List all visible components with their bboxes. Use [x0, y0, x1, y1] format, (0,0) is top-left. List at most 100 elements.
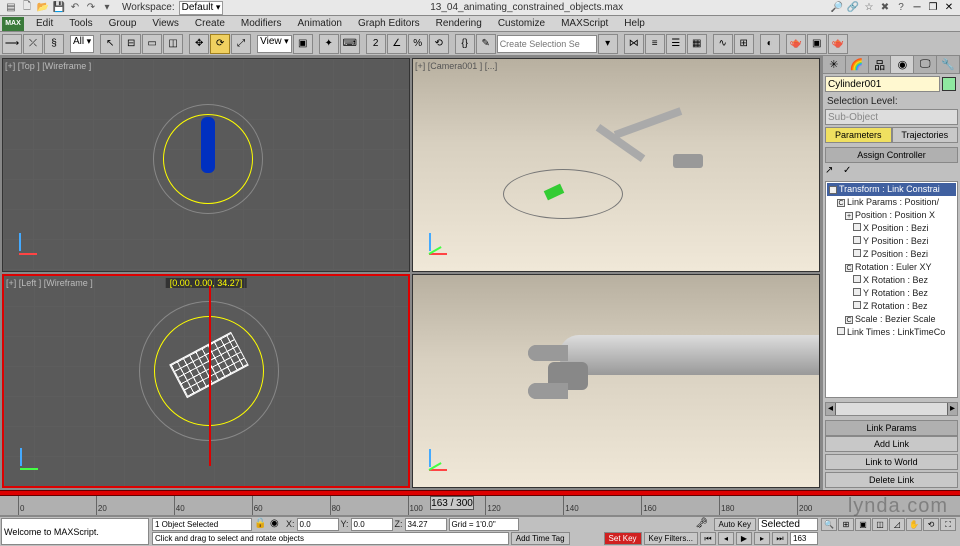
key-lock-icon[interactable]: 🗝: [696, 518, 712, 531]
object-color-swatch[interactable]: [942, 77, 956, 91]
snap-percent-icon[interactable]: %: [408, 34, 428, 54]
add-link-button[interactable]: Add Link: [825, 436, 958, 452]
new-file-icon[interactable]: 🗋: [20, 1, 34, 15]
select-move-icon[interactable]: ✥: [189, 34, 209, 54]
unlink-icon[interactable]: ⤫: [23, 34, 43, 54]
tree-item[interactable]: X Rotation : Bez: [827, 274, 956, 287]
undo-icon[interactable]: ↶: [68, 1, 82, 15]
select-scale-icon[interactable]: ⤢: [231, 34, 251, 54]
tab-hierarchy-icon[interactable]: 品: [869, 56, 892, 73]
assign-controller-header[interactable]: Assign Controller: [825, 147, 958, 163]
menu-tools[interactable]: Tools: [61, 18, 100, 29]
tab-create-icon[interactable]: ✳: [823, 56, 846, 73]
select-rotate-icon[interactable]: ⟳: [210, 34, 230, 54]
tree-item[interactable]: +Position : Position X: [827, 209, 956, 222]
render-setup-icon[interactable]: 🫖: [786, 34, 806, 54]
select-by-name-icon[interactable]: ⊟: [121, 34, 141, 54]
tree-item[interactable]: Y Rotation : Bez: [827, 287, 956, 300]
key-mode-combo[interactable]: Selected: [758, 518, 818, 531]
rendered-frame-icon[interactable]: ▣: [807, 34, 827, 54]
lock-selection-icon[interactable]: 🔒: [254, 518, 268, 531]
tab-motion-icon[interactable]: ◉: [891, 56, 914, 73]
render-production-icon[interactable]: 🫖: [828, 34, 848, 54]
menu-maxscript[interactable]: MAXScript: [553, 18, 616, 29]
spinner-snap-icon[interactable]: ⟲: [429, 34, 449, 54]
link-icon[interactable]: 🔗: [846, 1, 860, 15]
zoom-icon[interactable]: 🔍: [821, 518, 837, 531]
orbit-icon[interactable]: ⟲: [923, 518, 939, 531]
edit-named-sel-icon[interactable]: {}: [455, 34, 475, 54]
material-editor-icon[interactable]: ◐: [760, 34, 780, 54]
isolate-icon[interactable]: ◉: [270, 518, 284, 531]
link-params-header[interactable]: Link Params: [825, 420, 958, 436]
window-crossing-icon[interactable]: ◫: [163, 34, 183, 54]
make-default-icon[interactable]: ✓: [843, 165, 859, 181]
menu-create[interactable]: Create: [187, 18, 233, 29]
select-link-icon[interactable]: ⟶: [2, 34, 22, 54]
trajectories-button[interactable]: Trajectories: [892, 127, 959, 143]
redo-icon[interactable]: ↷: [84, 1, 98, 15]
layers-icon[interactable]: ☰: [666, 34, 686, 54]
maximize-viewport-icon[interactable]: ⛶: [940, 518, 956, 531]
next-frame-icon[interactable]: ▸: [754, 532, 770, 545]
set-key-button[interactable]: Set Key: [604, 532, 642, 545]
viewport-left[interactable]: [+] [Left ] [Wireframe ] [0.00, 0.00, 34…: [2, 274, 410, 488]
auto-key-button[interactable]: Auto Key: [714, 518, 756, 531]
prev-frame-icon[interactable]: ◂: [718, 532, 734, 545]
align-icon[interactable]: ≡: [645, 34, 665, 54]
restore-button[interactable]: ❐: [926, 1, 940, 15]
named-sel-icon[interactable]: ✎: [476, 34, 496, 54]
close-button[interactable]: ✕: [942, 1, 956, 15]
tree-item[interactable]: Link Times : LinkTimeCo: [827, 326, 956, 339]
tree-item[interactable]: X Position : Bezi: [827, 222, 956, 235]
y-coord-field[interactable]: 0.0: [351, 518, 393, 531]
tree-item[interactable]: Z Rotation : Bez: [827, 300, 956, 313]
ref-coord-combo[interactable]: View ▾: [257, 35, 292, 53]
menu-rendering[interactable]: Rendering: [428, 18, 490, 29]
goto-start-icon[interactable]: ⏮: [700, 532, 716, 545]
menu-customize[interactable]: Customize: [490, 18, 553, 29]
zoom-extents-all-icon[interactable]: ◫: [872, 518, 888, 531]
help-icon[interactable]: ?: [894, 1, 908, 15]
zoom-all-icon[interactable]: ⊞: [838, 518, 854, 531]
save-file-icon[interactable]: 💾: [52, 1, 66, 15]
select-object-icon[interactable]: ↖: [100, 34, 120, 54]
viewport-perspective[interactable]: [412, 274, 820, 488]
menu-views[interactable]: Views: [144, 18, 187, 29]
sub-object-combo[interactable]: Sub-Object: [825, 109, 958, 125]
menu-edit[interactable]: Edit: [28, 18, 61, 29]
viewport-left-label[interactable]: [+] [Left ] [Wireframe ]: [6, 278, 93, 288]
tree-item[interactable]: CRotation : Euler XY: [827, 261, 956, 274]
app-menu-icon[interactable]: ▤: [4, 1, 18, 15]
create-selection-set-input[interactable]: [497, 35, 597, 53]
app-logo[interactable]: MAX: [2, 17, 24, 31]
search-dropdown-icon[interactable]: ▾: [598, 34, 618, 54]
curve-editor-icon[interactable]: ∿: [713, 34, 733, 54]
tab-modify-icon[interactable]: 🌈: [846, 56, 869, 73]
parameters-button[interactable]: Parameters: [825, 127, 892, 143]
time-ruler[interactable]: 163 / 300 020406080100120140160180200: [0, 496, 960, 516]
play-icon[interactable]: ▶: [736, 532, 752, 545]
object-name-field[interactable]: Cylinder001: [825, 76, 940, 92]
pan-icon[interactable]: ✋: [906, 518, 922, 531]
maxscript-listener[interactable]: Welcome to MAXScript.: [1, 518, 149, 545]
menu-graph-editors[interactable]: Graph Editors: [350, 18, 428, 29]
add-time-tag-button[interactable]: Add Time Tag: [511, 532, 570, 545]
key-filters-button[interactable]: Key Filters...: [644, 532, 698, 545]
rotate-gizmo-cam[interactable]: [503, 169, 623, 219]
select-region-icon[interactable]: ▭: [142, 34, 162, 54]
selection-filter-combo[interactable]: All ▾: [70, 35, 94, 53]
x-coord-field[interactable]: 0.0: [297, 518, 339, 531]
current-frame-field[interactable]: 163: [790, 532, 818, 545]
menu-modifiers[interactable]: Modifiers: [233, 18, 290, 29]
menu-help[interactable]: Help: [616, 18, 653, 29]
workspace-select[interactable]: Default ▾: [179, 1, 224, 15]
schematic-view-icon[interactable]: ⊞: [734, 34, 754, 54]
z-coord-field[interactable]: 34.27: [405, 518, 447, 531]
tree-item[interactable]: Z Position : Bezi: [827, 248, 956, 261]
tree-item[interactable]: CScale : Bezier Scale: [827, 313, 956, 326]
manipulate-icon[interactable]: ✦: [319, 34, 339, 54]
tab-utilities-icon[interactable]: 🔧: [937, 56, 960, 73]
fov-icon[interactable]: ◿: [889, 518, 905, 531]
exchange-icon[interactable]: ✖: [878, 1, 892, 15]
